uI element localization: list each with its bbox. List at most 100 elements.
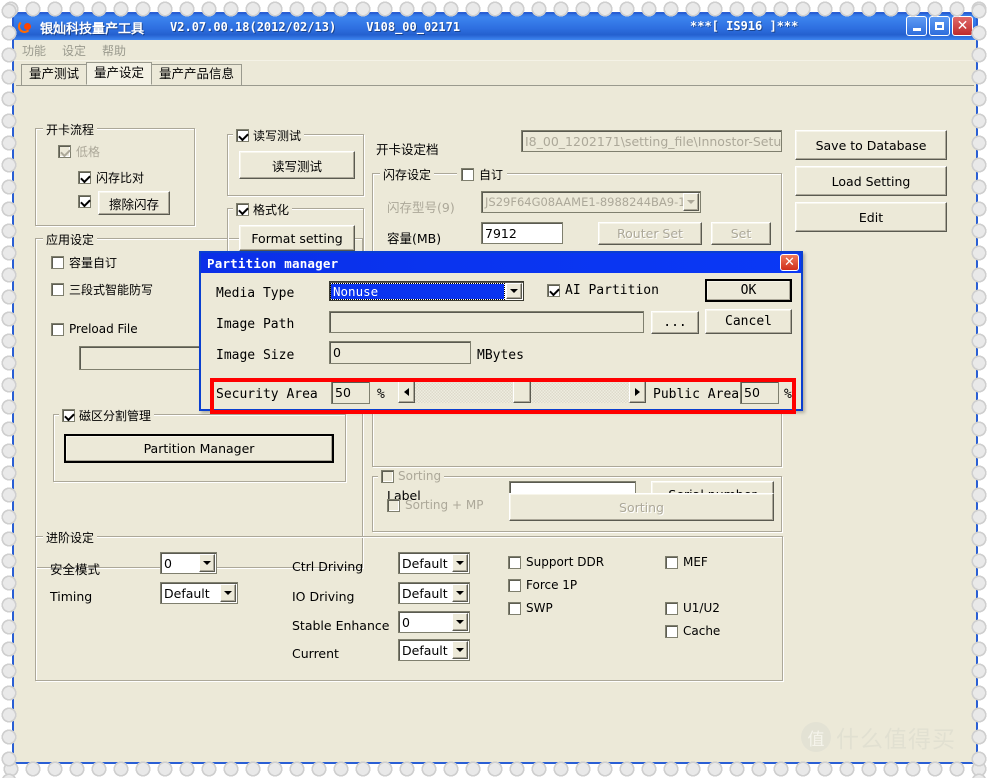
checkbox-sorting-mp[interactable]: Sorting + MP (387, 498, 483, 512)
checkbox-label: U1/U2 (683, 601, 720, 615)
checkbox-cache[interactable]: Cache (665, 624, 720, 638)
format-setting-button[interactable]: Format setting (239, 225, 355, 251)
partition-ratio-slider[interactable] (398, 381, 646, 403)
chevron-down-icon[interactable] (452, 554, 468, 572)
group-advanced-settings-label: 进阶设定 (43, 529, 98, 546)
application-window: 银灿科技量产工具 V2.07.00.18(2012/02/13) V108_00… (12, 12, 978, 764)
tab-product-info[interactable]: 量产产品信息 (151, 64, 243, 85)
read-write-test-button[interactable]: 读写测试 (239, 151, 355, 179)
slider-track[interactable] (415, 381, 629, 403)
menu-item-settings[interactable]: 设定 (62, 42, 86, 59)
checkbox-custom-capacity[interactable]: 容量自订 (51, 254, 117, 271)
dialog-ok-button[interactable]: OK (705, 279, 792, 302)
checkbox-three-stage-write-protect[interactable]: 三段式智能防写 (51, 281, 153, 298)
checkbox-label: Support DDR (526, 555, 605, 569)
maximize-button[interactable] (929, 16, 950, 36)
checkbox-mef[interactable]: MEF (665, 555, 708, 569)
checkbox-label: 自订 (479, 168, 504, 182)
ctrl-driving-value: Default (402, 555, 448, 571)
timing-value: Default (164, 585, 210, 601)
stable-enhance-select[interactable]: 0 (398, 611, 470, 633)
watermark-logo: 值 (801, 722, 831, 752)
chevron-down-icon[interactable] (683, 193, 699, 211)
security-area-input[interactable]: 50 (331, 381, 370, 404)
checkbox-icon (51, 256, 64, 269)
public-area-unit: % (784, 387, 792, 402)
chevron-down-icon[interactable] (506, 283, 522, 299)
router-set-button[interactable]: Router Set (598, 222, 702, 245)
checkbox-icon[interactable] (381, 469, 394, 483)
group-advanced-settings: 进阶设定 安全模式 0 Timing Default Ctrl Driving … (35, 529, 783, 681)
checkbox-flash-compare[interactable]: 闪存比对 (78, 169, 144, 186)
checkbox-ai-partition[interactable]: AI Partition (547, 283, 659, 298)
image-size-input[interactable]: 0 (329, 341, 471, 364)
menu-item-help[interactable]: 帮助 (102, 42, 126, 59)
partition-manager-button[interactable]: Partition Manager (64, 434, 334, 463)
chevron-down-icon[interactable] (452, 613, 468, 631)
checkbox-label: 低格 (76, 145, 101, 159)
sorting-button[interactable]: Sorting (509, 493, 774, 521)
public-area-label: Public Area (653, 387, 740, 402)
chevron-down-icon[interactable] (452, 584, 468, 602)
checkbox-label: SWP (526, 601, 553, 615)
slider-right-arrow-button[interactable] (629, 381, 646, 403)
edit-button[interactable]: Edit (795, 202, 947, 232)
tab-production-settings[interactable]: 量产设定 (86, 62, 153, 85)
checkbox-icon (547, 284, 560, 297)
slider-left-arrow-button[interactable] (398, 381, 415, 403)
checkbox-support-ddr[interactable]: Support DDR (508, 555, 604, 569)
checkbox-icon[interactable] (236, 203, 249, 216)
save-to-database-button[interactable]: Save to Database (795, 130, 947, 160)
checkbox-icon (665, 601, 678, 615)
close-button[interactable]: ✕ (952, 16, 973, 36)
partition-manager-dialog: Partition manager ✕ Media Type Nonuse AI… (199, 251, 803, 414)
checkbox-icon (508, 555, 521, 569)
current-select[interactable]: Default (398, 639, 470, 661)
setting-file-path[interactable]: I8_00_1202171\setting_file\Innostor-Setu… (521, 130, 782, 152)
window-chip-tag: ***[ IS916 ]*** (690, 19, 799, 33)
io-driving-select[interactable]: Default (398, 582, 470, 604)
group-card-flow-label: 开卡流程 (43, 121, 98, 138)
slider-thumb[interactable] (513, 381, 532, 403)
checkbox-icon[interactable] (236, 129, 249, 142)
image-size-unit: MBytes (477, 348, 524, 363)
menu-item-function[interactable]: 功能 (22, 42, 46, 59)
chevron-down-icon[interactable] (199, 554, 215, 572)
erase-flash-button[interactable]: 擦除闪存 (98, 191, 170, 215)
set-button[interactable]: Set (711, 222, 771, 245)
security-area-unit: % (377, 387, 385, 402)
image-path-input[interactable] (329, 311, 644, 333)
public-area-input[interactable]: 50 (740, 381, 779, 404)
dialog-close-icon[interactable]: ✕ (780, 254, 799, 271)
flash-model-value: JS29F64G08AAME1-8988244BA9-1 (485, 195, 686, 209)
image-size-label: Image Size (216, 348, 295, 363)
checkbox-icon (665, 555, 678, 569)
media-type-value: Nonuse (330, 282, 505, 300)
security-mode-select[interactable]: 0 (160, 552, 217, 574)
flash-model-select[interactable]: JS29F64G08AAME1-8988244BA9-1 (481, 191, 701, 213)
checkbox-low-format[interactable]: 低格 (58, 143, 100, 160)
timing-label: Timing (50, 589, 93, 604)
ctrl-driving-select[interactable]: Default (398, 552, 470, 574)
chevron-down-icon[interactable] (220, 584, 236, 602)
ctrl-driving-label: Ctrl Driving (292, 559, 364, 574)
chevron-down-icon[interactable] (452, 641, 468, 659)
checkbox-icon (665, 624, 678, 638)
timing-select[interactable]: Default (160, 582, 238, 604)
checkbox-flash-custom[interactable]: 自订 (457, 166, 508, 183)
checkbox-preload-file[interactable]: Preload File (51, 322, 138, 336)
checkbox-u1-u2[interactable]: U1/U2 (665, 601, 720, 615)
checkbox-swp[interactable]: SWP (508, 601, 553, 615)
browse-button[interactable]: ... (651, 311, 699, 334)
checkbox-icon[interactable] (62, 409, 75, 422)
checkbox-icon (58, 145, 71, 158)
group-label-text: 磁区分割管理 (79, 409, 152, 423)
minimize-button[interactable] (906, 16, 927, 36)
checkbox-erase-flash[interactable] (78, 195, 91, 208)
load-setting-button[interactable]: Load Setting (795, 166, 947, 196)
checkbox-force-1p[interactable]: Force 1P (508, 578, 577, 592)
flash-capacity-input[interactable]: 7912 (481, 222, 563, 244)
dialog-cancel-button[interactable]: Cancel (705, 309, 792, 334)
media-type-select[interactable]: Nonuse (329, 281, 524, 301)
tab-production-test[interactable]: 量产测试 (21, 64, 88, 85)
